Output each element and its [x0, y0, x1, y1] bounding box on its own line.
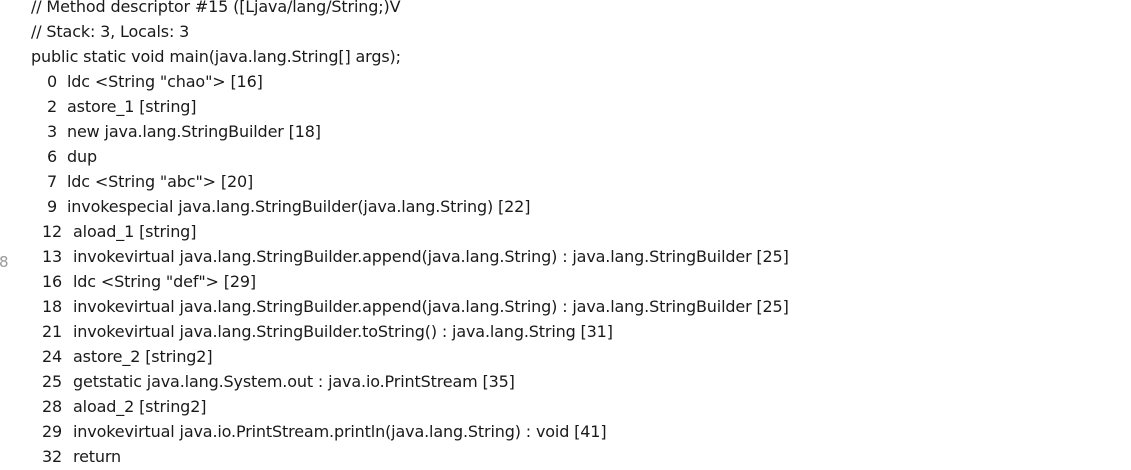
instruction-text: return	[73, 447, 122, 466]
instruction-row: 25 getstatic java.lang.System.out : java.…	[0, 369, 1131, 394]
instruction-list: 0 ldc <String "chao"> [16] 2 astore_1 [stri…	[0, 69, 1131, 469]
instruction-offset: 0	[46, 72, 57, 91]
instruction-row: 29 invokevirtual java.io.PrintStream.prin…	[0, 419, 1131, 444]
instruction-row: 6 dup	[0, 144, 1131, 169]
instruction-text: dup	[67, 147, 98, 166]
instruction-offset: 3	[46, 122, 57, 141]
instruction-row: 24 astore_2 [string2]	[0, 344, 1131, 369]
instruction-text: invokevirtual java.lang.StringBuilder.ap…	[73, 247, 789, 266]
method-signature: public static void main(java.lang.String…	[31, 47, 401, 66]
instruction-offset: 13	[41, 247, 62, 266]
method-descriptor-comment: // Method descriptor #15 ([Ljava/lang/St…	[31, 0, 401, 16]
instruction-row: 16 ldc <String "def"> [29]	[0, 269, 1131, 294]
instruction-offset: 29	[41, 422, 62, 441]
instruction-text: invokevirtual java.lang.StringBuilder.to…	[73, 322, 613, 341]
instruction-text: astore_2 [string2]	[73, 347, 213, 366]
instruction-row: 21 invokevirtual java.lang.StringBuilder.…	[0, 319, 1131, 344]
instruction-row: 0 ldc <String "chao"> [16]	[0, 69, 1131, 94]
instruction-offset: 12	[41, 222, 62, 241]
instruction-row: 3 new java.lang.StringBuilder [18]	[0, 119, 1131, 144]
instruction-text: ldc <String "def"> [29]	[73, 272, 256, 291]
instruction-offset: 18	[41, 297, 62, 316]
instruction-row: 9 invokespecial java.lang.StringBuilder(j…	[0, 194, 1131, 219]
instruction-text: aload_2 [string2]	[73, 397, 207, 416]
instruction-offset: 24	[41, 347, 62, 366]
bytecode-viewer: 8 // Method descriptor #15 ([Ljava/lang/…	[0, 0, 1131, 470]
instruction-text: invokevirtual java.io.PrintStream.printl…	[73, 422, 607, 441]
instruction-row: 2 astore_1 [string]	[0, 94, 1131, 119]
instruction-offset: 2	[46, 97, 57, 116]
instruction-offset: 28	[41, 397, 62, 416]
instruction-text: aload_1 [string]	[73, 222, 197, 241]
instruction-text: getstatic java.lang.System.out : java.io…	[73, 372, 515, 391]
instruction-offset: 6	[46, 147, 57, 166]
instruction-row: 13 invokevirtual java.lang.StringBuilder.…	[0, 244, 1131, 269]
instruction-offset: 21	[41, 322, 62, 341]
instruction-offset: 7	[46, 172, 57, 191]
instruction-offset: 32	[41, 447, 62, 466]
instruction-text: astore_1 [string]	[67, 97, 197, 116]
instruction-text: invokespecial java.lang.StringBuilder(ja…	[67, 197, 531, 216]
bytecode-listing: // Method descriptor #15 ([Ljava/lang/St…	[0, 0, 1131, 469]
instruction-row: 7 ldc <String "abc"> [20]	[0, 169, 1131, 194]
instruction-row: 12 aload_1 [string]	[0, 219, 1131, 244]
instruction-row: 18 invokevirtual java.lang.StringBuilder.…	[0, 294, 1131, 319]
instruction-offset: 25	[41, 372, 62, 391]
instruction-row: 28 aload_2 [string2]	[0, 394, 1131, 419]
instruction-text: ldc <String "abc"> [20]	[67, 172, 254, 191]
stack-locals-comment: // Stack: 3, Locals: 3	[31, 22, 190, 41]
instruction-text: invokevirtual java.lang.StringBuilder.ap…	[73, 297, 789, 316]
instruction-text: new java.lang.StringBuilder [18]	[67, 122, 321, 141]
instruction-text: ldc <String "chao"> [16]	[67, 72, 263, 91]
instruction-offset: 16	[41, 272, 62, 291]
instruction-row: 32 return	[0, 444, 1131, 469]
instruction-offset: 9	[46, 197, 57, 216]
